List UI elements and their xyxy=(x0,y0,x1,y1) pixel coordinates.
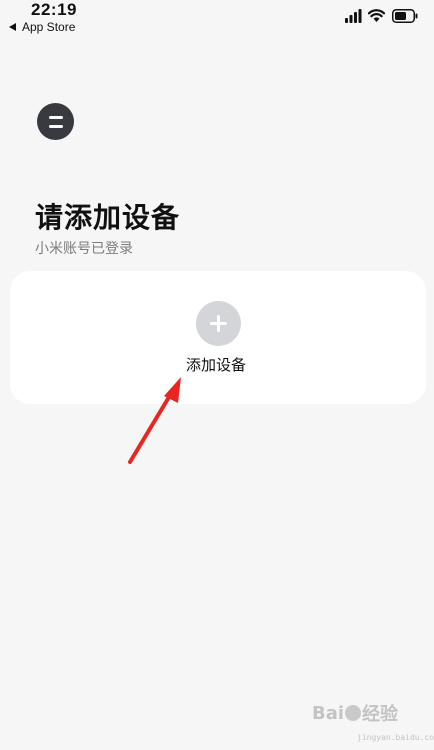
back-label: App Store xyxy=(22,20,76,34)
page-title: 请添加设备 xyxy=(35,201,181,234)
cellular-signal-icon xyxy=(345,9,362,23)
battery-icon xyxy=(392,9,418,23)
wifi-icon xyxy=(368,9,385,22)
login-status-text: 小米账号已登录 xyxy=(35,241,133,257)
status-time: 22:19 xyxy=(31,0,77,19)
menu-icon xyxy=(48,115,63,128)
back-arrow-icon xyxy=(9,23,16,31)
baidu-watermark: Bai 经验 xyxy=(312,700,398,726)
red-pointer-arrow-icon xyxy=(128,377,181,464)
menu-button[interactable] xyxy=(37,103,74,140)
back-to-app-store[interactable]: App Store xyxy=(9,20,75,34)
watermark-brand-right: 经验 xyxy=(362,704,399,725)
status-bar: 22:19 App Store xyxy=(0,0,434,38)
add-device-label[interactable]: 添加设备 xyxy=(186,354,246,375)
paw-logo-icon xyxy=(345,705,362,721)
add-device-plus-icon[interactable] xyxy=(196,301,241,346)
watermark-url: jingyan.baidu.com xyxy=(357,733,434,742)
watermark-brand-left: Bai xyxy=(312,702,345,724)
